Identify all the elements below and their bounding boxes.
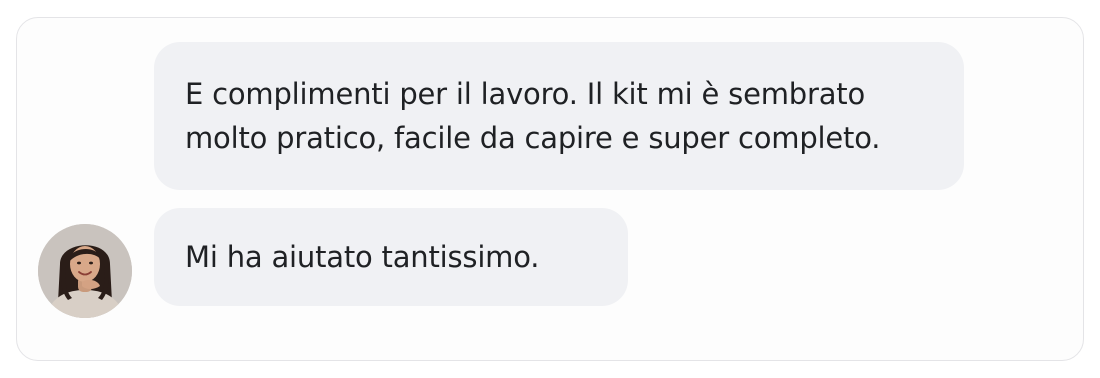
avatar[interactable] — [38, 224, 132, 318]
message-bubble: E complimenti per il lavoro. Il kit mi è… — [154, 42, 964, 190]
message-bubble: Mi ha aiutato tantissimo. — [154, 208, 628, 306]
message-text-line: molto pratico, facile da capire e super … — [185, 121, 881, 155]
user-avatar-photo-icon — [38, 224, 132, 318]
message-text-line: E complimenti per il lavoro. Il kit mi è… — [185, 77, 865, 111]
message-text-line: Mi ha aiutato tantissimo. — [185, 240, 540, 274]
